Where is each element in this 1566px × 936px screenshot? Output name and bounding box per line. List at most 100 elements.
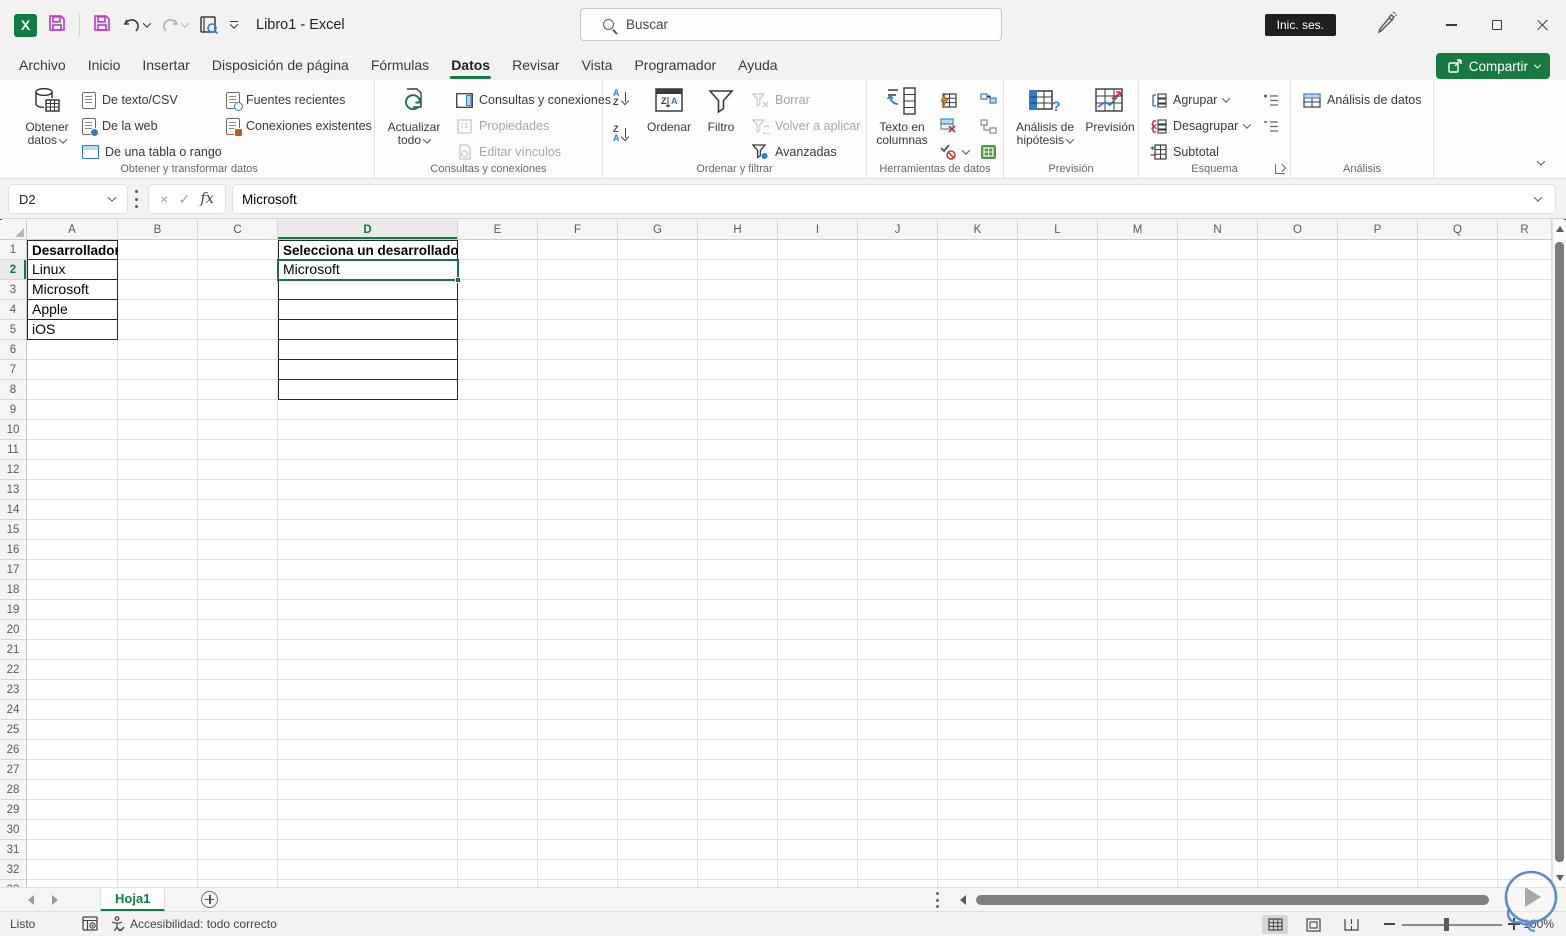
cell-E16[interactable]: [458, 540, 538, 560]
cell-P27[interactable]: [1338, 760, 1418, 780]
cell-I15[interactable]: [778, 520, 858, 540]
cell-H11[interactable]: [698, 440, 778, 460]
cell-D7[interactable]: [278, 360, 458, 380]
cell-L28[interactable]: [1018, 780, 1098, 800]
cell-B22[interactable]: [118, 660, 198, 680]
cell-G22[interactable]: [618, 660, 698, 680]
cell-J33[interactable]: [858, 880, 938, 887]
cell-M21[interactable]: [1098, 640, 1178, 660]
row-header-7[interactable]: 7: [0, 360, 27, 380]
cell-C7[interactable]: [198, 360, 278, 380]
cell-G24[interactable]: [618, 700, 698, 720]
cell-G14[interactable]: [618, 500, 698, 520]
cell-D18[interactable]: [278, 580, 458, 600]
cell-Q13[interactable]: [1418, 480, 1498, 500]
cell-K33[interactable]: [938, 880, 1018, 887]
cell-P31[interactable]: [1338, 840, 1418, 860]
cell-I26[interactable]: [778, 740, 858, 760]
cell-R9[interactable]: [1498, 400, 1552, 420]
cell-A16[interactable]: [27, 540, 118, 560]
flash-fill-button[interactable]: [939, 88, 957, 112]
cell-L15[interactable]: [1018, 520, 1098, 540]
row-header-31[interactable]: 31: [0, 840, 27, 860]
cell-C25[interactable]: [198, 720, 278, 740]
tab-datos[interactable]: Datos: [440, 50, 501, 80]
cell-E3[interactable]: [458, 280, 538, 300]
cell-G21[interactable]: [618, 640, 698, 660]
cell-L30[interactable]: [1018, 820, 1098, 840]
column-header-R[interactable]: R: [1498, 220, 1552, 240]
cell-G3[interactable]: [618, 280, 698, 300]
cell-A19[interactable]: [27, 600, 118, 620]
cell-H17[interactable]: [698, 560, 778, 580]
cell-A24[interactable]: [27, 700, 118, 720]
cell-F1[interactable]: [538, 240, 618, 260]
cell-L32[interactable]: [1018, 860, 1098, 880]
cell-R28[interactable]: [1498, 780, 1552, 800]
redo-button[interactable]: [160, 16, 190, 34]
cell-E10[interactable]: [458, 420, 538, 440]
cell-K3[interactable]: [938, 280, 1018, 300]
cell-A13[interactable]: [27, 480, 118, 500]
column-header-G[interactable]: G: [618, 220, 698, 240]
cell-F10[interactable]: [538, 420, 618, 440]
cell-D21[interactable]: [278, 640, 458, 660]
share-button[interactable]: Compartir: [1435, 53, 1550, 79]
cell-J29[interactable]: [858, 800, 938, 820]
cell-Q24[interactable]: [1418, 700, 1498, 720]
cell-N10[interactable]: [1178, 420, 1258, 440]
cell-P24[interactable]: [1338, 700, 1418, 720]
select-all-corner[interactable]: [0, 220, 27, 240]
cell-N13[interactable]: [1178, 480, 1258, 500]
zoom-slider-track[interactable]: [1402, 924, 1502, 926]
cell-D19[interactable]: [278, 600, 458, 620]
column-header-O[interactable]: O: [1258, 220, 1338, 240]
cell-E18[interactable]: [458, 580, 538, 600]
cell-B11[interactable]: [118, 440, 198, 460]
cell-J28[interactable]: [858, 780, 938, 800]
cell-H30[interactable]: [698, 820, 778, 840]
cell-G26[interactable]: [618, 740, 698, 760]
cell-L29[interactable]: [1018, 800, 1098, 820]
cell-L26[interactable]: [1018, 740, 1098, 760]
cell-K24[interactable]: [938, 700, 1018, 720]
queries-connections-button[interactable]: Consultas y conexiones: [455, 88, 611, 112]
cell-A14[interactable]: [27, 500, 118, 520]
cell-P23[interactable]: [1338, 680, 1418, 700]
excel-logo-icon[interactable]: X: [14, 13, 37, 37]
cell-O5[interactable]: [1258, 320, 1338, 340]
row-header-15[interactable]: 15: [0, 520, 27, 540]
cell-K11[interactable]: [938, 440, 1018, 460]
cell-M1[interactable]: [1098, 240, 1178, 260]
cell-R13[interactable]: [1498, 480, 1552, 500]
tab-revisar[interactable]: Revisar: [501, 50, 570, 80]
cell-F26[interactable]: [538, 740, 618, 760]
cell-C9[interactable]: [198, 400, 278, 420]
column-header-P[interactable]: P: [1338, 220, 1418, 240]
cell-B32[interactable]: [118, 860, 198, 880]
cell-D31[interactable]: [278, 840, 458, 860]
cell-K7[interactable]: [938, 360, 1018, 380]
cell-O31[interactable]: [1258, 840, 1338, 860]
cell-A2[interactable]: Linux: [27, 260, 118, 280]
sort-az-button[interactable]: AZ: [613, 86, 639, 110]
cell-M6[interactable]: [1098, 340, 1178, 360]
insert-function-button[interactable]: fx: [200, 191, 214, 207]
cell-O33[interactable]: [1258, 880, 1338, 887]
cell-B23[interactable]: [118, 680, 198, 700]
cell-M14[interactable]: [1098, 500, 1178, 520]
save-button[interactable]: [47, 13, 67, 38]
cell-K8[interactable]: [938, 380, 1018, 400]
zoom-out-button[interactable]: [1384, 923, 1395, 925]
cell-O2[interactable]: [1258, 260, 1338, 280]
cell-G2[interactable]: [618, 260, 698, 280]
cell-E9[interactable]: [458, 400, 538, 420]
cell-P26[interactable]: [1338, 740, 1418, 760]
tab-archivo[interactable]: Archivo: [8, 50, 77, 80]
row-header-28[interactable]: 28: [0, 780, 27, 800]
cell-M25[interactable]: [1098, 720, 1178, 740]
cell-C20[interactable]: [198, 620, 278, 640]
add-sheet-button[interactable]: [201, 891, 219, 908]
cell-A21[interactable]: [27, 640, 118, 660]
cell-B20[interactable]: [118, 620, 198, 640]
